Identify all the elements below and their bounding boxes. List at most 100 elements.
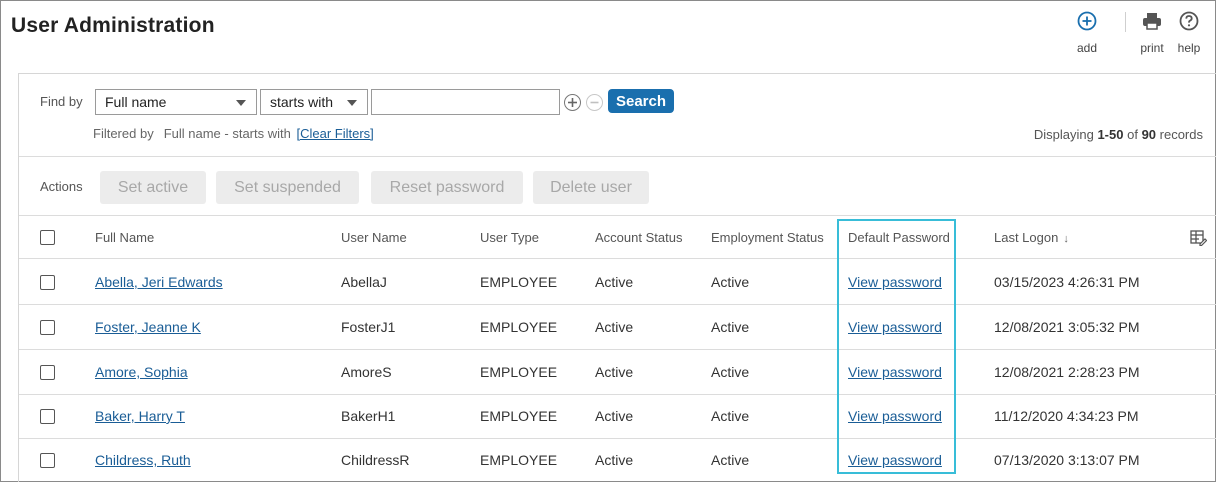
header-account-status[interactable]: Account Status: [595, 230, 682, 245]
view-password-link[interactable]: View password: [848, 452, 942, 468]
full-name-link[interactable]: Amore, Sophia: [95, 364, 188, 380]
account-status-cell: Active: [595, 408, 634, 424]
account-status-cell: Active: [595, 452, 634, 468]
table-row[interactable]: Childress, Ruth ChildressR EMPLOYEE Acti…: [19, 438, 1216, 482]
last-logon-cell: 03/15/2023 4:26:31 PM: [994, 274, 1140, 290]
filter-summary: Filtered by Full name - starts with [Clea…: [93, 126, 374, 141]
add-criteria-button[interactable]: [564, 94, 581, 111]
find-by-label: Find by: [40, 94, 83, 109]
add-button[interactable]: add: [1067, 10, 1107, 55]
table-row[interactable]: Amore, Sophia AmoreS EMPLOYEE Active Act…: [19, 350, 1216, 395]
row-checkbox[interactable]: [40, 275, 55, 290]
employment-status-cell: Active: [711, 364, 750, 380]
row-checkbox[interactable]: [40, 320, 55, 335]
help-label: help: [1177, 41, 1201, 55]
records-of: of: [1123, 127, 1142, 142]
table-header: Full Name User Name User Type Account St…: [19, 216, 1216, 259]
user-type-cell: EMPLOYEE: [480, 452, 558, 468]
header-last-logon-group[interactable]: Last Logon ↓: [994, 230, 1069, 245]
plus-icon: [568, 98, 577, 107]
view-password-link[interactable]: View password: [848, 319, 942, 335]
employment-status-cell: Active: [711, 319, 750, 335]
full-name-link[interactable]: Baker, Harry T: [95, 408, 185, 424]
actions-label: Actions: [40, 179, 83, 194]
remove-criteria-button[interactable]: [586, 94, 603, 111]
chevron-down-icon: [236, 100, 246, 106]
row-checkbox[interactable]: [40, 365, 55, 380]
reset-password-button[interactable]: Reset password: [371, 171, 523, 204]
help-button[interactable]: help: [1174, 10, 1204, 55]
user-name-cell: ChildressR: [341, 452, 410, 468]
search-button[interactable]: Search: [608, 89, 674, 113]
header-last-logon: Last Logon: [994, 230, 1059, 245]
top-actions-divider: [1125, 12, 1126, 32]
user-name-cell: FosterJ1: [341, 319, 396, 335]
full-name-link[interactable]: Childress, Ruth: [95, 452, 191, 468]
find-field-value: Full name: [105, 94, 167, 110]
table-row[interactable]: Abella, Jeri Edwards AbellaJ EMPLOYEE Ac…: [19, 260, 1216, 305]
top-actions: add print help: [1067, 10, 1204, 55]
row-checkbox[interactable]: [40, 409, 55, 424]
select-all-checkbox[interactable]: [40, 230, 55, 245]
actions-bar: Actions Set active Set suspended Reset p…: [19, 157, 1216, 216]
find-value-input[interactable]: [371, 89, 560, 115]
filter-description: Full name - starts with: [163, 126, 291, 141]
user-type-cell: EMPLOYEE: [480, 319, 558, 335]
account-status-cell: Active: [595, 319, 634, 335]
printer-icon: [1141, 10, 1163, 32]
user-list-panel: Find by Full name starts with Search Fil…: [18, 73, 1216, 482]
header-default-password[interactable]: Default Password: [848, 230, 950, 245]
employment-status-cell: Active: [711, 274, 750, 290]
employment-status-cell: Active: [711, 452, 750, 468]
row-checkbox[interactable]: [40, 453, 55, 468]
account-status-cell: Active: [595, 364, 634, 380]
full-name-link[interactable]: Abella, Jeri Edwards: [95, 274, 223, 290]
records-prefix: Displaying: [1033, 127, 1098, 142]
user-type-cell: EMPLOYEE: [480, 408, 558, 424]
column-settings-icon[interactable]: [1190, 229, 1208, 249]
records-range: 1-50: [1097, 127, 1124, 142]
employment-status-cell: Active: [711, 408, 750, 424]
records-suffix: records: [1156, 127, 1203, 142]
chevron-down-icon: [347, 100, 357, 106]
last-logon-cell: 12/08/2021 2:28:23 PM: [994, 364, 1140, 380]
view-password-link[interactable]: View password: [848, 274, 942, 290]
find-operator-select[interactable]: starts with: [260, 89, 368, 115]
plus-circle-icon: [1076, 10, 1098, 32]
set-suspended-button[interactable]: Set suspended: [216, 171, 359, 204]
view-password-link[interactable]: View password: [848, 408, 942, 424]
records-count: Displaying 1-50 of 90 records: [1034, 127, 1203, 142]
user-type-cell: EMPLOYEE: [480, 274, 558, 290]
user-name-cell: BakerH1: [341, 408, 396, 424]
account-status-cell: Active: [595, 274, 634, 290]
header-user-type[interactable]: User Type: [480, 230, 539, 245]
header-full-name[interactable]: Full Name: [95, 230, 154, 245]
full-name-link[interactable]: Foster, Jeanne K: [95, 319, 201, 335]
print-button[interactable]: print: [1136, 10, 1168, 55]
set-active-button[interactable]: Set active: [100, 171, 206, 204]
minus-icon: [590, 101, 599, 104]
view-password-link[interactable]: View password: [848, 364, 942, 380]
table-row[interactable]: Foster, Jeanne K FosterJ1 EMPLOYEE Activ…: [19, 305, 1216, 350]
user-name-cell: AmoreS: [341, 364, 392, 380]
last-logon-cell: 07/13/2020 3:13:07 PM: [994, 452, 1140, 468]
sort-descending-icon: ↓: [1063, 233, 1069, 245]
header-employment-status[interactable]: Employment Status: [711, 230, 824, 245]
find-operator-value: starts with: [270, 94, 334, 110]
header-user-name[interactable]: User Name: [341, 230, 407, 245]
question-circle-icon: [1178, 10, 1200, 32]
last-logon-cell: 11/12/2020 4:34:23 PM: [994, 408, 1139, 424]
user-type-cell: EMPLOYEE: [480, 364, 558, 380]
clear-filters-link[interactable]: [Clear Filters]: [296, 126, 373, 141]
page-title: User Administration: [11, 14, 215, 37]
delete-user-button[interactable]: Delete user: [533, 171, 649, 204]
last-logon-cell: 12/08/2021 3:05:32 PM: [994, 319, 1140, 335]
records-total: 90: [1141, 127, 1157, 142]
add-label: add: [1076, 41, 1098, 55]
table-row[interactable]: Baker, Harry T BakerH1 EMPLOYEE Active A…: [19, 394, 1216, 439]
print-label: print: [1140, 41, 1164, 55]
find-field-select[interactable]: Full name: [95, 89, 257, 115]
filtered-by-label: Filtered by: [93, 126, 154, 141]
user-name-cell: AbellaJ: [341, 274, 387, 290]
find-bar: Find by Full name starts with Search Fil…: [19, 74, 1216, 157]
